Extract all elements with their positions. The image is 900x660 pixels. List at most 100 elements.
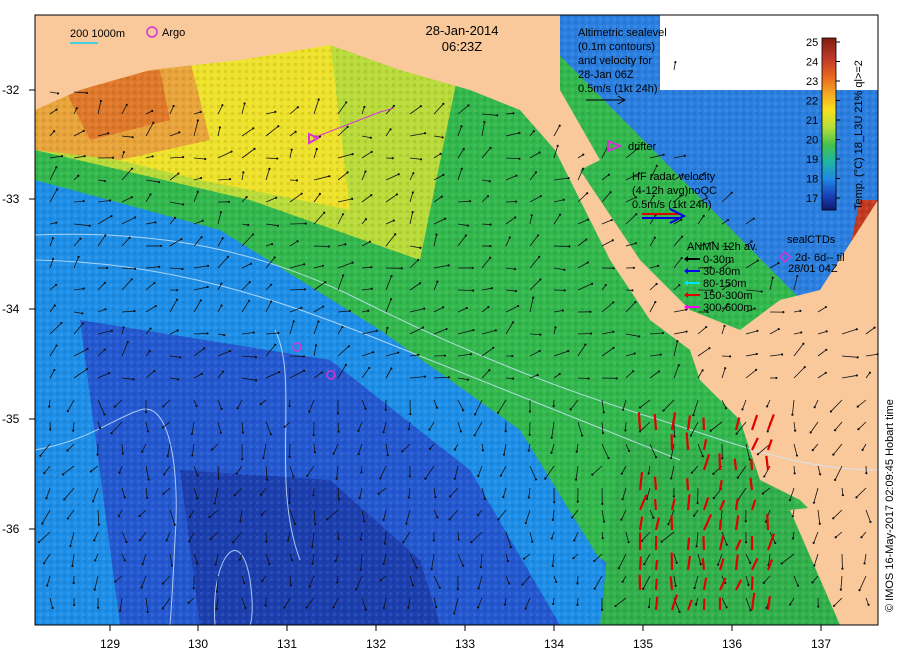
arrow-head-icon: [277, 125, 280, 128]
arrow-head-icon: [221, 104, 224, 107]
arrow-head-icon: [575, 450, 578, 453]
arrow-head-icon: [528, 410, 532, 413]
arrow-head-icon: [346, 125, 349, 128]
arrow-head-icon: [690, 471, 694, 474]
arrow-head-icon: [576, 603, 579, 606]
arrow-head-icon: [163, 473, 166, 476]
arrow-head-icon: [274, 110, 277, 113]
arrow-head-icon: [421, 326, 425, 329]
x-tick-label: 137: [811, 637, 831, 651]
arrow-head-icon: [300, 306, 303, 309]
arrow-head-icon: [462, 148, 465, 151]
arrow-head-icon: [201, 219, 204, 222]
hf-radar-arrow: [750, 459, 754, 471]
arrow-head-icon: [268, 167, 271, 170]
arrow-head-icon: [106, 266, 109, 270]
arrow-head-icon: [154, 304, 157, 308]
arrow-head-icon: [551, 518, 554, 522]
arrow-head-icon: [576, 582, 579, 585]
arrow-head-icon: [777, 262, 780, 265]
arrow-head-icon: [242, 171, 245, 174]
arrow-head-icon: [146, 496, 149, 499]
arrow-head-icon: [411, 211, 414, 214]
arrow-head-icon: [144, 411, 148, 414]
arrow-head-icon: [302, 369, 306, 372]
x-tick-label: 135: [633, 637, 653, 651]
arrow-head-icon: [402, 541, 405, 544]
arrow-head-icon: [438, 586, 441, 589]
arrow-head-icon: [178, 131, 181, 134]
arrow-head-icon: [364, 170, 367, 173]
arrow-head-icon: [73, 603, 76, 607]
x-axis: 129 130 131 132 133 134 135 136 137: [100, 625, 831, 651]
arrow-head-icon: [103, 413, 106, 416]
arrow-head-icon: [863, 562, 866, 565]
arrow-head-icon: [220, 407, 223, 411]
arrow-head-icon: [140, 586, 143, 589]
arrow-head-icon: [435, 605, 438, 609]
arrow-head-icon: [799, 309, 802, 312]
arrow-head-icon: [303, 263, 306, 266]
arrow-head-icon: [335, 477, 338, 480]
arrow-head-icon: [538, 151, 541, 154]
arrow-head-icon: [273, 256, 276, 259]
arrow-head-icon: [503, 603, 507, 606]
arrow-head-icon: [226, 255, 230, 259]
arrow-head-icon: [532, 296, 535, 299]
arrow-head-icon: [489, 223, 492, 226]
arrow-head-icon: [248, 280, 251, 284]
arrow-head-icon: [442, 102, 445, 105]
arrow-head-icon: [103, 179, 106, 183]
arrow-head-icon: [118, 471, 121, 474]
arrow-head-icon: [390, 367, 393, 370]
arrow-head-icon: [584, 343, 587, 346]
arrow-head-icon: [97, 523, 100, 526]
arrow-head-icon: [550, 537, 553, 540]
arrow-head-icon: [110, 214, 113, 218]
arrow-head-icon: [615, 377, 618, 380]
arrow-head-icon: [550, 436, 553, 439]
arrow-head-icon: [133, 216, 137, 219]
colorbar-tick: 18: [806, 174, 818, 186]
arrow-head-icon: [445, 327, 448, 331]
hf-radar-arrow: [654, 596, 659, 611]
arrow-head-icon: [397, 351, 400, 354]
colorbar-tick: 25: [806, 37, 818, 49]
arrow-head-icon: [66, 517, 69, 520]
arrow-head-icon: [111, 156, 115, 159]
arrow-head-icon: [200, 372, 203, 375]
arrow-head-icon: [766, 405, 769, 408]
arrow-head-icon: [372, 351, 375, 354]
arrow-head-icon: [209, 537, 212, 541]
arrow-head-icon: [534, 478, 538, 481]
hf-radar-arrow: [654, 559, 659, 571]
arrow-head-icon: [617, 567, 621, 570]
arrow-head-icon: [203, 347, 206, 350]
arrow-head-icon: [456, 588, 459, 591]
arrow-head-icon: [252, 331, 255, 334]
arrow-head-icon: [177, 378, 180, 381]
arrow-head-icon: [432, 539, 435, 542]
hf-radar-arrow: [701, 558, 706, 571]
arrow-head-icon: [265, 540, 268, 543]
arrow-head-icon: [791, 515, 794, 518]
arrow-head-icon: [802, 342, 805, 345]
arrow-head-icon: [259, 403, 262, 406]
arrow-head-icon: [254, 379, 258, 382]
arrow-head-icon: [518, 157, 521, 160]
arrow-head-icon: [72, 429, 75, 432]
arrow-head-icon: [130, 278, 133, 281]
arrow-head-icon: [386, 454, 389, 457]
arrow-head-icon: [82, 287, 85, 290]
arrow-head-icon: [552, 602, 555, 606]
arrow-head-icon: [288, 501, 291, 504]
arrow-head-icon: [41, 522, 44, 525]
arrow-head-icon: [55, 108, 58, 111]
arrow-head-icon: [379, 579, 382, 582]
arrow-head-icon: [180, 237, 183, 241]
arrow-head-icon: [683, 154, 686, 157]
arrow-head-icon: [487, 306, 490, 309]
arrow-head-icon: [109, 199, 112, 202]
arrow-head-icon: [440, 195, 443, 198]
arrow-head-icon: [241, 458, 244, 461]
